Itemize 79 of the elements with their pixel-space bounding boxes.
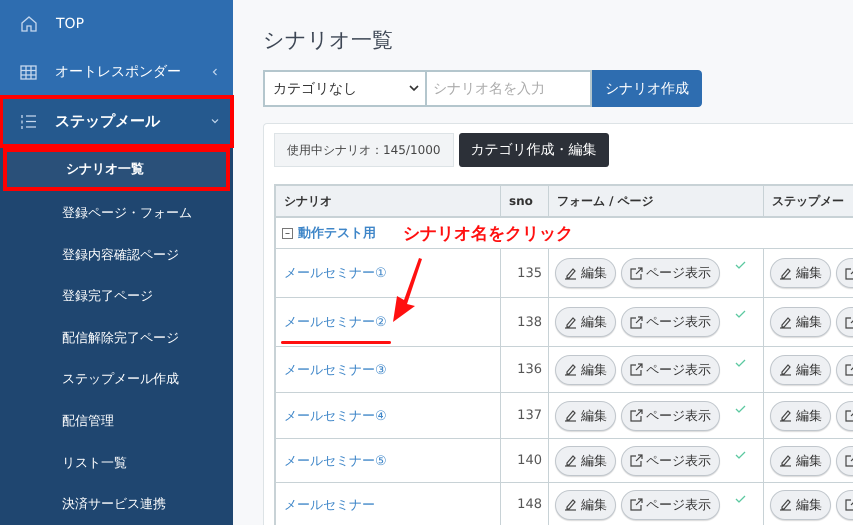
edit-button[interactable]: 編集 [770,490,831,520]
numbered-list-icon [20,114,37,129]
view-page-button[interactable]: ページ表示 [621,400,720,430]
annotation-text: シナリオ名をクリック [403,223,573,245]
table-cell: 137 [501,393,549,439]
view-page-button[interactable]: ページ表示 [621,446,720,476]
collapse-toggle[interactable] [282,228,293,238]
edit-button[interactable]: 編集 [555,354,616,384]
edit-button[interactable]: 編集 [555,446,616,476]
pencil-icon [564,454,578,467]
scenario-link[interactable]: メールセミナー① [282,264,387,282]
sidebar-item[interactable]: ステップメール [0,96,233,147]
scenario-link[interactable]: メールセミナー④ [282,406,387,424]
edit-button[interactable]: 編集 [555,400,616,430]
create-scenario-button[interactable]: シナリオ作成 [592,70,702,107]
edit-button[interactable]: 編集 [555,490,616,520]
sidebar-subitem[interactable]: 配信管理 [0,400,233,442]
pencil-icon [779,409,793,422]
external-link-icon [630,363,643,376]
pencil-icon [779,498,793,511]
sidebar-subitem[interactable]: 登録内容確認ページ [0,234,233,276]
edit-button[interactable]: 編集 [555,258,616,288]
table-cell: 140 [501,439,549,483]
pencil-icon [779,316,793,328]
view-page-button[interactable]: ページ表示 [621,490,720,520]
column-header: sno [501,184,549,218]
scenario-link[interactable]: メールセミナー [282,496,375,514]
usage-count: 使用中シナリオ：145/1000 [274,133,454,167]
table-cell: 148 [501,483,549,525]
sidebar-subitem[interactable]: 登録完了ページ [0,275,233,317]
view-page-button[interactable]: ページ表示 [621,258,720,288]
column-header: フォーム / ページ [549,184,764,218]
external-link-icon [630,409,643,422]
external-link-icon [630,498,643,511]
pencil-icon [779,266,793,280]
scenario-link[interactable]: メールセミナー② [282,313,387,331]
page-title: シナリオ一覧 [263,27,394,54]
pencil-icon [564,363,578,376]
scenario-link[interactable]: メールセミナー⑤ [282,452,387,470]
pencil-icon [564,498,578,511]
chevron-icon [211,68,219,76]
edit-button[interactable]: 編集 [770,446,831,476]
view-page-button[interactable]: ページ表示 [621,354,720,384]
table-cell: 138 [501,298,549,347]
pencil-icon [564,409,578,422]
sidebar-item[interactable]: オートレスポンダー [0,48,233,96]
external-link-icon [630,266,643,280]
sidebar-item[interactable]: TOP [0,0,233,48]
scenario-link[interactable]: メールセミナー③ [282,360,387,378]
column-header: シナリオ [276,184,501,218]
external-link-icon [630,454,643,467]
edit-button[interactable]: 編集 [555,307,616,337]
category-edit-button[interactable]: カテゴリ作成・編集 [458,133,608,167]
sidebar-subitem[interactable]: リスト一覧 [0,442,233,484]
sidebar-subitem[interactable]: シナリオ一覧 [4,148,229,190]
view-page-button[interactable]: ページ表示 [621,307,720,337]
edit-button[interactable]: 編集 [770,307,831,337]
pencil-icon [564,316,578,328]
sidebar-subitem[interactable]: 配信解除完了ページ [0,316,233,359]
home-icon [20,15,38,33]
chevron-icon [211,117,219,126]
category-select[interactable]: カテゴリなし [263,70,427,107]
pencil-icon [779,363,793,376]
table-cell: 135 [501,249,549,298]
external-link-icon [630,316,643,328]
sidebar-subitem[interactable]: ステップメール作成 [0,358,233,400]
sidebar-subitem[interactable]: 登録ページ・フォーム [0,192,233,234]
caret-icon [409,85,419,92]
edit-button[interactable]: 編集 [770,354,831,384]
scenario-name-field[interactable]: シナリオ名を入力 [427,70,592,107]
sidebar-subitem[interactable]: 決済サービス連携 [0,483,233,525]
pencil-icon [779,454,793,467]
table-cell: 136 [501,347,549,393]
edit-button[interactable]: 編集 [770,400,831,430]
edit-button[interactable]: 編集 [770,258,831,288]
category-name: 動作テスト用 [298,225,376,242]
grid-icon [20,64,37,80]
column-header: ステップメー [764,184,853,218]
pencil-icon [564,266,578,280]
